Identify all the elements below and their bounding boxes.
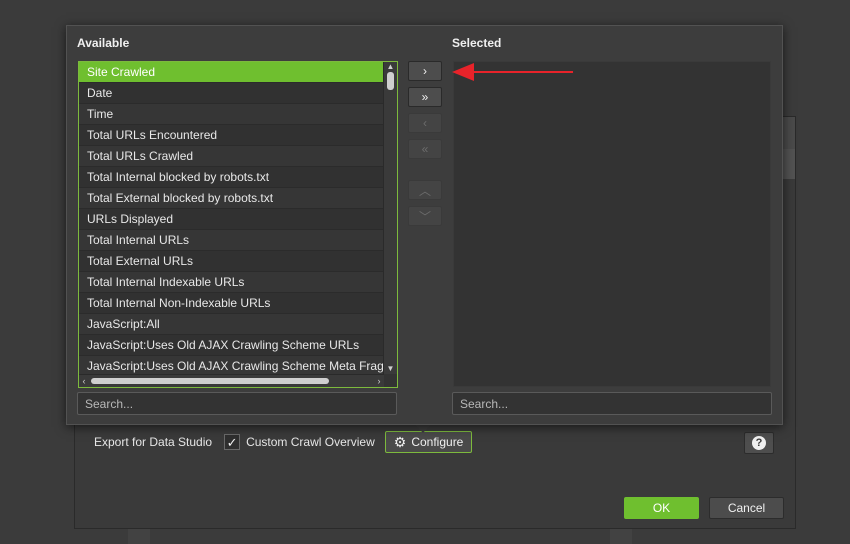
scroll-up-icon[interactable]: ▲ [384,62,397,72]
list-item[interactable]: Total External blocked by robots.txt [79,188,384,209]
configure-popup: Available Selected Site Crawled Date Time T… [66,25,783,425]
checkbox-label: Custom Crawl Overview [246,435,375,449]
export-options-row: Export for Data Studio ✓ Custom Crawl Ov… [94,430,473,454]
export-label: Export for Data Studio [94,435,213,449]
list-item[interactable]: Site Crawled [79,62,384,83]
ok-button[interactable]: OK [624,497,699,519]
available-title: Available [77,36,130,50]
list-item[interactable]: URLs Displayed [79,209,384,230]
scroll-right-icon[interactable]: › [374,375,384,387]
move-down-button[interactable]: ﹀ [408,206,442,226]
list-item[interactable]: Total Internal Non-Indexable URLs [79,293,384,314]
list-item[interactable]: Total URLs Encountered [79,125,384,146]
list-item[interactable]: Total URLs Crawled [79,146,384,167]
configure-button[interactable]: ⚙ Configure [384,431,473,453]
remove-all-button[interactable]: « [408,139,442,159]
dialog-side-strip [781,149,795,179]
list-item[interactable]: Total External URLs [79,251,384,272]
list-item[interactable]: Date [79,83,384,104]
list-item[interactable]: Time [79,104,384,125]
custom-crawl-overview-checkbox[interactable]: ✓ [224,434,241,450]
question-icon: ? [752,436,766,450]
scroll-left-icon[interactable]: ‹ [79,375,89,387]
available-list[interactable]: Site Crawled Date Time Total URLs Encounter… [78,61,398,388]
selected-title: Selected [452,36,502,50]
available-search-input[interactable] [77,392,397,415]
scroll-down-icon[interactable]: ▼ [384,364,397,374]
cancel-button[interactable]: Cancel [709,497,784,519]
gear-icon: ⚙ [393,433,407,450]
list-item[interactable]: Total Internal blocked by robots.txt [79,167,384,188]
move-up-button[interactable]: ︿ [408,180,442,200]
selected-list[interactable] [453,61,771,387]
annotation-arrow-icon [452,63,573,81]
vertical-scrollbar[interactable]: ▲ ▼ [383,62,397,374]
list-item[interactable]: Total Internal Indexable URLs [79,272,384,293]
list-item[interactable]: Total Internal URLs [79,230,384,251]
add-button[interactable]: › [408,61,442,81]
selected-search-input[interactable] [452,392,772,415]
horizontal-scroll-thumb[interactable] [91,378,329,384]
list-item[interactable]: JavaScript:Uses Old AJAX Crawling Scheme… [79,335,384,356]
remove-button[interactable]: ‹ [408,113,442,133]
scroll-thumb[interactable] [387,72,394,90]
checkmark-icon: ✓ [226,434,238,450]
list-item[interactable]: JavaScript:All [79,314,384,335]
available-items: Site Crawled Date Time Total URLs Encounter… [79,62,384,377]
help-button[interactable]: ? [744,432,774,454]
add-all-button[interactable]: » [408,87,442,107]
configure-label: Configure [411,435,464,449]
horizontal-scrollbar[interactable]: ‹ › [79,374,384,387]
